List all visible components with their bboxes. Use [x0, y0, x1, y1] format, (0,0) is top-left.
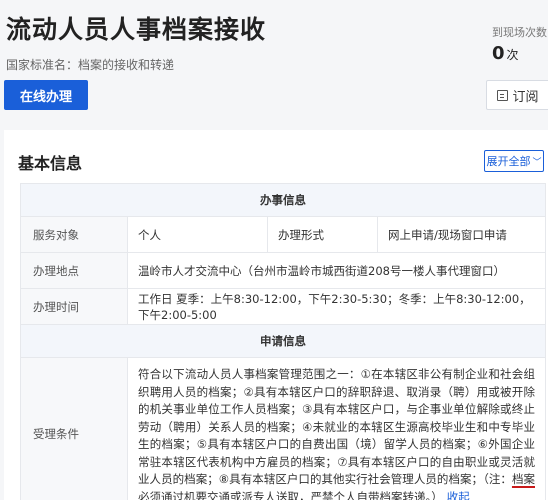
expand-all-label: 展开全部 — [486, 155, 531, 168]
method-label: 办理形式 — [267, 216, 378, 253]
visits-unit: 次 — [506, 48, 519, 62]
time-value: 工作日 夏季：上午8:30-12:00，下午2:30-5:30；冬季：上午8:3… — [127, 288, 546, 325]
subscribe-button[interactable]: 订阅 — [486, 80, 548, 110]
visits-label: 到现场次数 — [492, 26, 547, 39]
online-apply-button[interactable]: 在线办理 — [4, 80, 88, 110]
conditions-label: 受理条件 — [20, 357, 128, 500]
table-row: 受理条件 符合以下流动人员人事档案管理范围之一：①在本辖区非公有制企业和社会组织… — [20, 357, 546, 500]
group-title-application: 申请信息 — [20, 324, 546, 358]
visits-number: 0 — [492, 43, 505, 64]
service-target-value: 个人 — [127, 216, 268, 253]
group-title-service: 办事信息 — [20, 183, 546, 217]
location-value: 温岭市人才交流中心（台州市温岭市城西街道208号一楼人事代理窗口） — [127, 252, 546, 289]
location-label: 办理地点 — [20, 252, 128, 289]
basic-info-card: 基本信息 展开全部 ﹀ 办事信息 服务对象 个人 办理形式 网上申请/现场窗口申请… — [4, 130, 548, 500]
visits-count: 0次 — [492, 43, 519, 64]
bookmark-icon — [497, 89, 509, 101]
section-title: 基本信息 — [18, 154, 83, 173]
info-table: 办事信息 服务对象 个人 办理形式 网上申请/现场窗口申请 办理地点 温岭市人才… — [20, 183, 546, 500]
standard-name: 国家标准名：档案的接收和转递 — [6, 58, 175, 72]
service-target-label: 服务对象 — [20, 216, 128, 253]
conditions-value: 符合以下流动人员人事档案管理范围之一：①在本辖区非公有制企业和社会组织聘用人员的… — [127, 357, 546, 500]
table-row: 办理时间 工作日 夏季：上午8:30-12:00，下午2:30-5:30；冬季：… — [20, 288, 546, 325]
chevron-down-icon: ﹀ — [532, 157, 542, 168]
table-row: 办理地点 温岭市人才交流中心（台州市温岭市城西街道208号一楼人事代理窗口） — [20, 252, 546, 289]
collapse-link[interactable]: 收起 — [447, 490, 470, 500]
page-title: 流动人员人事档案接收 — [6, 15, 267, 44]
page-header: 流动人员人事档案接收 国家标准名：档案的接收和转递 到现场次数 0次 在线办理 … — [0, 0, 548, 126]
time-label: 办理时间 — [20, 288, 128, 325]
subscribe-label: 订阅 — [512, 89, 539, 105]
method-value: 网上申请/现场窗口申请 — [377, 216, 546, 253]
table-row: 服务对象 个人 办理形式 网上申请/现场窗口申请 — [20, 216, 546, 253]
conditions-close: ） — [431, 489, 443, 500]
conditions-text: 符合以下流动人员人事档案管理范围之一：①在本辖区非公有制企业和社会组织聘用人员的… — [138, 367, 535, 486]
expand-all-button[interactable]: 展开全部 ﹀ — [484, 150, 544, 172]
